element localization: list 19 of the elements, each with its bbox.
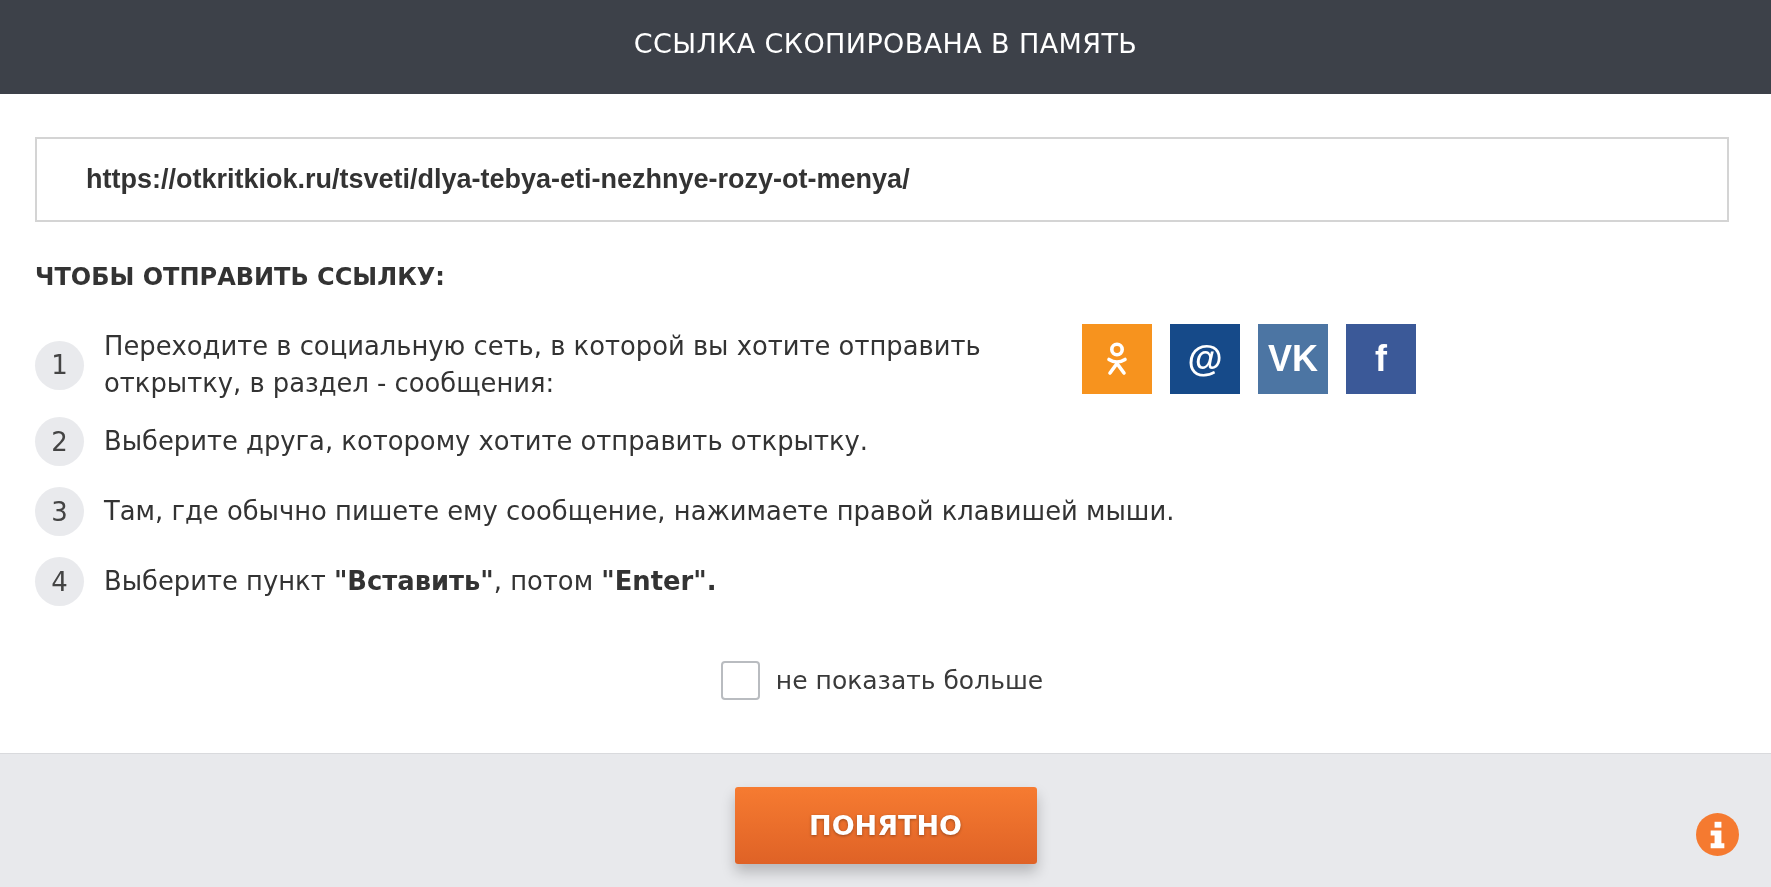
step-text: Выберите пункт "Вставить", потом "Enter". — [104, 565, 717, 598]
step-text: Переходите в социальную сеть, в которой вы хотите отправить открытку, в раздел - сообщения: — [104, 330, 982, 400]
step-number: 1 — [35, 340, 84, 390]
step-number: 4 — [35, 557, 84, 606]
step-number: 3 — [35, 487, 84, 536]
instructions-heading: ЧТОБЫ ОТПРАВИТЬ ССЫЛКУ: — [35, 262, 446, 292]
person-figure-icon — [1105, 342, 1129, 376]
share-button[interactable]: @ — [1170, 324, 1240, 394]
step-text: Там, где обычно пишете ему сообщение, нажимаете правой клавишей мыши. — [104, 495, 1175, 528]
share-button[interactable]: f — [1346, 324, 1416, 394]
checkbox-label[interactable]: не показать больше — [775, 666, 1044, 695]
share-button[interactable] — [1082, 324, 1152, 394]
checkbox[interactable] — [720, 661, 760, 700]
step-number: 2 — [35, 417, 84, 466]
step-text: Выберите друга, которому хотите отправить открытку. — [104, 425, 868, 458]
dialog-title: ССЫЛКА СКОПИРОВАНА В ПАМЯТЬ — [633, 27, 1138, 59]
share-button[interactable]: VK — [1258, 324, 1328, 394]
link-field[interactable]: https://otkritkiok.ru/tsveti/dlya-tebya-eti-nezhnye-rozy-ot-menya/ — [35, 137, 1729, 222]
info-icon[interactable] — [1696, 813, 1739, 856]
